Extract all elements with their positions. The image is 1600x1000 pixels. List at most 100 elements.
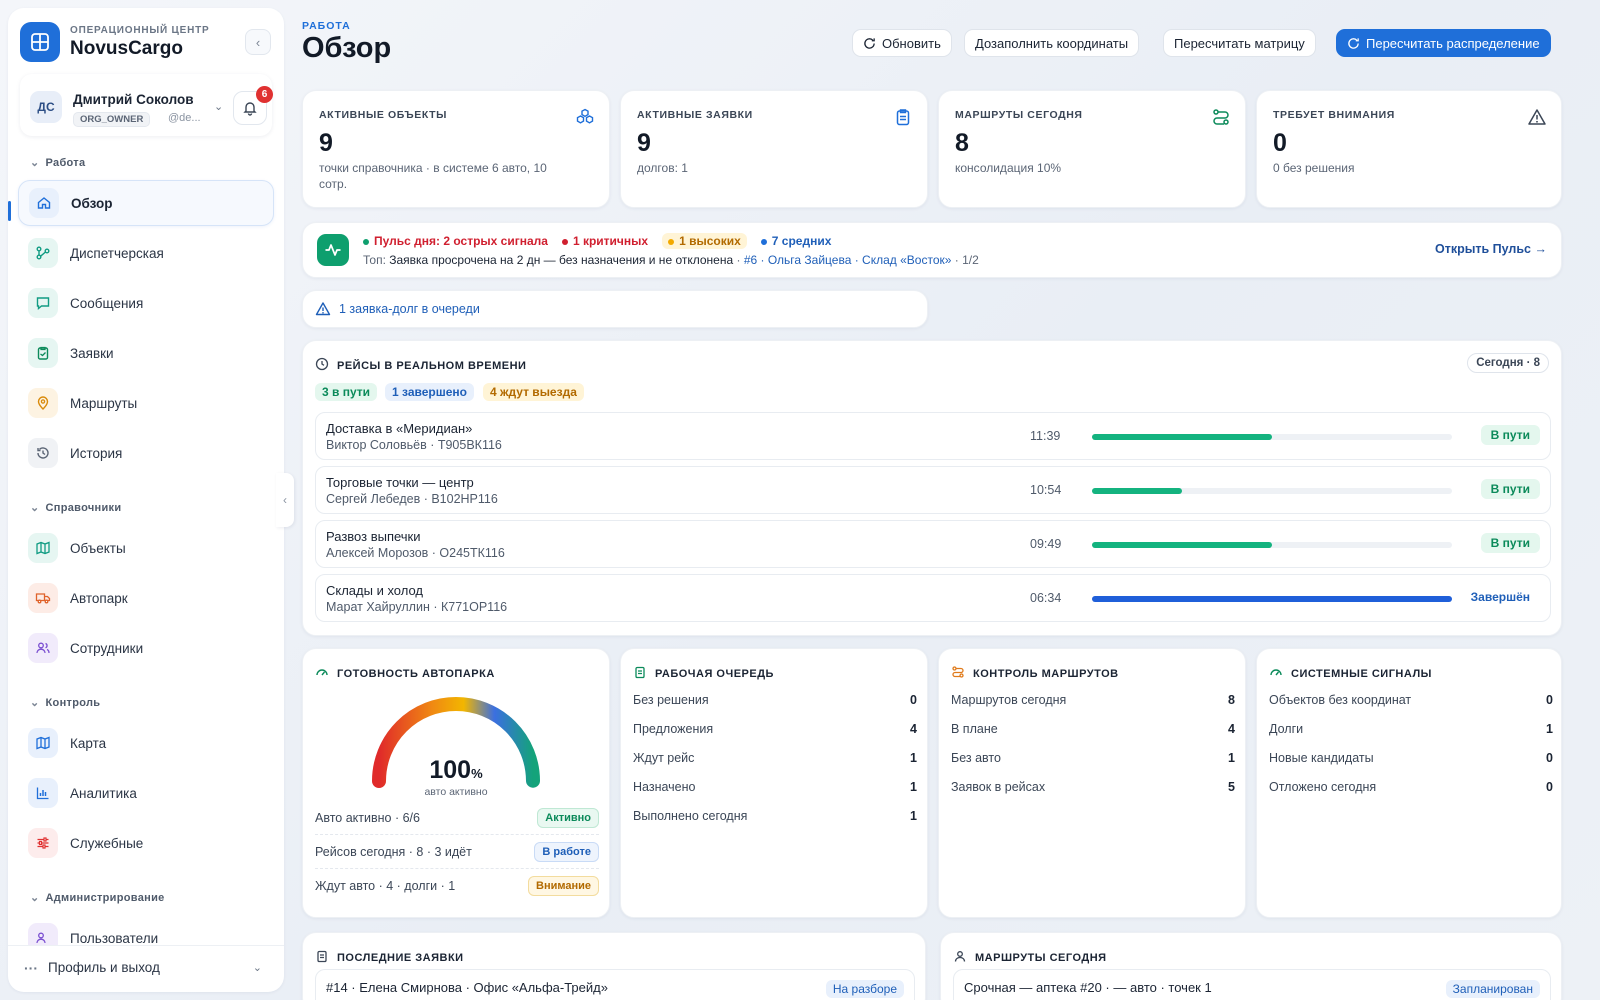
open-pulse-link[interactable]: Открыть Пульс → [1435,242,1547,256]
pulse-top-link[interactable]: #6 · Ольга Зайцева · Склад «Восток» [744,253,952,267]
progress-bar [1092,434,1452,440]
status-badge: В пути [1480,425,1540,445]
system-signals-panel: СИСТЕМНЫЕ СИГНАЛЫ Объектов без координат… [1256,648,1562,918]
arrow-right-icon: → [1534,242,1548,256]
medium-count: 7 средних [760,234,831,248]
section-admin[interactable]: ⌄ Администрирование [30,891,165,904]
chevron-left-icon: ‹ [255,34,261,50]
progress-bar [1092,488,1452,494]
sidebar-item-overview[interactable]: Обзор [18,180,274,226]
chevron-down-icon: ⌄ [30,157,40,169]
fill-coordinates-button[interactable]: Дозаполнить координаты [964,29,1140,57]
sidebar-item-dispatch[interactable]: Диспетчерская [18,230,274,276]
route-control-row[interactable]: В плане 4 [951,722,1235,736]
signal-row[interactable]: Новые кандидаты 0 [1269,751,1553,765]
sidebar-item-analytics[interactable]: Аналитика [18,770,274,816]
grid-logo-icon [20,22,60,62]
request-row[interactable]: #14 · Елена Смирнова · Офис «Альфа-Трейд… [315,969,915,1000]
brand-name: NovusCargo [70,37,183,59]
trip-row[interactable]: Доставка в «Меридиан» Виктор Соловьёв · … [315,412,1551,460]
route-control-row[interactable]: Без авто 1 [951,751,1235,765]
section-work[interactable]: ⌄ Работа [30,156,85,169]
user-name: Дмитрий Соколов [73,92,194,107]
sidebar-item-history[interactable]: История [18,430,274,476]
sidebar-item-employees[interactable]: Сотрудники [18,625,274,671]
queue-row[interactable]: Ждут рейс 1 [633,751,917,765]
route-control-panel: КОНТРОЛЬ МАРШРУТОВ Маршрутов сегодня 8 В … [938,648,1246,918]
user-role-badge: ORG_OWNER [73,112,151,127]
sidebar-item-service[interactable]: Служебные [18,820,274,866]
trip-row[interactable]: Склады и холод Марат Хайруллин · К771ОР1… [315,574,1551,622]
signal-row[interactable]: Объектов без координат 0 [1269,693,1553,707]
user-card[interactable]: ДС Дмитрий Соколов ORG_OWNER @de... ⌄ 6 [20,74,273,136]
page-title: Обзор [302,32,392,64]
routes-today-panel: МАРШРУТЫ СЕГОДНЯ Срочная — аптека #20 · … [940,932,1562,1000]
chevron-down-icon: ⌄ [30,502,40,514]
sidebar-item-map[interactable]: Карта [18,720,274,766]
home-icon [29,188,59,218]
realtime-trips-panel: РЕЙСЫ В РЕАЛЬНОМ ВРЕМЕНИ Сегодня · 8 3 в… [302,340,1562,636]
queue-row[interactable]: Выполнено сегодня 1 [633,809,917,823]
clipboard-icon [893,107,913,130]
queue-row[interactable]: Предложения 4 [633,722,917,736]
day-pulse-banner: Пульс дня: 2 острых сигнала 1 критичных … [302,222,1562,278]
clipboard-icon [28,338,58,368]
recent-requests-panel: ПОСЛЕДНИЕ ЗАЯВКИ #14 · Елена Смирнова · … [302,932,926,1000]
status-badge: Завершён [1470,590,1530,604]
chart-icon [28,778,58,808]
sidebar-toggle-handle[interactable]: ‹ [276,473,294,527]
recalc-matrix-button[interactable]: Пересчитать матрицу [1163,29,1316,57]
sidebar-item-objects[interactable]: Объекты [18,525,274,571]
work-queue-panel: РАБОЧАЯ ОЧЕРЕДЬ Без решения 0 Предложения… [620,648,928,918]
debt-notice[interactable]: 1 заявка-долг в очереди [302,290,928,328]
profile-and-logout[interactable]: ··· Профиль и выход ⌄ [8,945,284,989]
route-icon [951,665,965,682]
chevron-down-icon: ⌄ [30,892,40,904]
chevron-down-icon[interactable]: ⌄ [214,100,223,113]
route-control-row[interactable]: Маршрутов сегодня 8 [951,693,1235,707]
sidebar-item-fleet[interactable]: Автопарк [18,575,274,621]
signal-row[interactable]: Долги 1 [1269,722,1553,736]
status-badge: На разборе [825,980,904,998]
more-icon: ··· [24,959,38,976]
status-badge: Активно [537,808,599,828]
notifications-badge: 6 [256,86,273,103]
queue-row[interactable]: Назначено 1 [633,780,917,794]
bell-icon [243,102,257,116]
pulse-title: Пульс дня: 2 острых сигнала [363,234,548,248]
trip-row[interactable]: Торговые точки — центр Сергей Лебедев · … [315,466,1551,514]
brand-subtitle: ОПЕРАЦИОННЫЙ ЦЕНТР [70,24,210,36]
route-row[interactable]: Срочная — аптека #20 · — авто · точек 1 … [953,969,1551,1000]
collapse-sidebar-button[interactable]: ‹ [245,29,271,55]
user-handle: @de... [168,112,201,124]
kpi-active-requests: АКТИВНЫЕ ЗАЯВКИ 9 долгов: 1 [620,90,928,208]
sidebar-item-label: Сообщения [70,295,144,311]
section-references[interactable]: ⌄ Справочники [30,501,121,514]
recalc-distribution-button[interactable]: Пересчитать распределение [1336,29,1551,57]
sidebar-item-label: Автопарк [70,590,128,606]
route-control-row[interactable]: Заявок в рейсах 5 [951,780,1235,794]
sidebar-item-requests[interactable]: Заявки [18,330,274,376]
status-badge: Запланирован [1445,980,1540,998]
kpi-needs-attention: ТРЕБУЕТ ВНИМАНИЯ 0 0 без решения [1256,90,1562,208]
refresh-icon [864,37,875,49]
main-content: РАБОТА Обзор Обновить Дозаполнить коорди… [302,0,1592,1000]
fleet-row: Рейсов сегодня · 8 · 3 идёт В работе [315,835,599,869]
signal-row[interactable]: Отложено сегодня 0 [1269,780,1553,794]
chip-en-route[interactable]: 3 в пути [315,383,378,401]
map-pin-icon [28,388,58,418]
chip-completed[interactable]: 1 завершено [385,383,474,401]
sidebar-item-routes[interactable]: Маршруты [18,380,274,426]
active-indicator [8,201,11,221]
sidebar-item-label: Заявки [70,345,114,361]
refresh-button[interactable]: Обновить [852,29,952,57]
sidebar-item-messages[interactable]: Сообщения [18,280,274,326]
queue-row[interactable]: Без решения 0 [633,693,917,707]
activity-icon [317,234,349,266]
objects-icon [575,107,595,130]
profile-label: Профиль и выход [48,960,160,975]
section-control[interactable]: ⌄ Контроль [30,696,100,709]
trip-row[interactable]: Развоз выпечки Алексей Морозов · О245ТК1… [315,520,1551,568]
chevron-down-icon: ⌄ [252,962,262,974]
chip-waiting[interactable]: 4 ждут выезда [483,383,584,401]
